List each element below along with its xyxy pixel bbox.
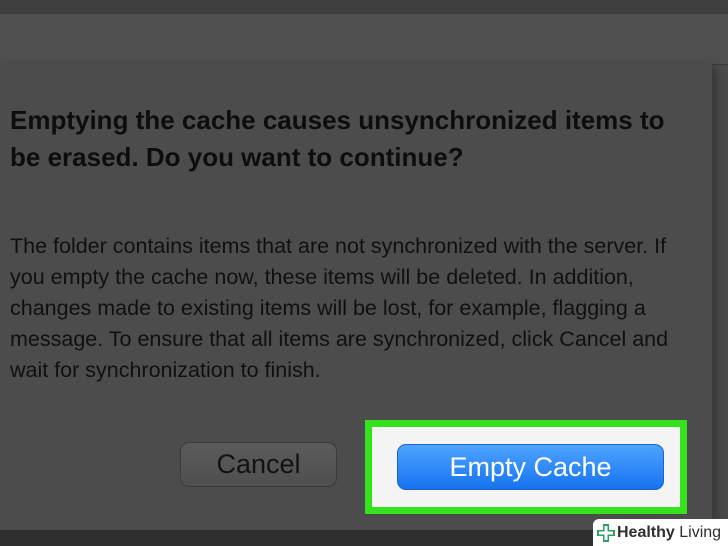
cancel-button[interactable]: Cancel	[180, 442, 337, 487]
window-titlebar	[0, 0, 728, 14]
window-toolbar	[0, 14, 728, 65]
dialog-title: Emptying the cache causes unsynchronized…	[10, 105, 665, 172]
empty-cache-button[interactable]: Empty Cache	[397, 444, 664, 490]
confirm-dialog: Emptying the cache causes unsynchronized…	[0, 64, 713, 530]
watermark-brand: Healthy Living	[617, 524, 721, 542]
screen: Emptying the cache causes unsynchronized…	[0, 0, 728, 546]
dialog-message: The folder contains items that are not s…	[10, 234, 669, 382]
watermark: Healthy Living	[593, 519, 728, 546]
medical-cross-icon	[597, 523, 615, 542]
watermark-brand-bold: Healthy	[617, 523, 675, 541]
watermark-brand-regular: Living	[674, 523, 722, 541]
